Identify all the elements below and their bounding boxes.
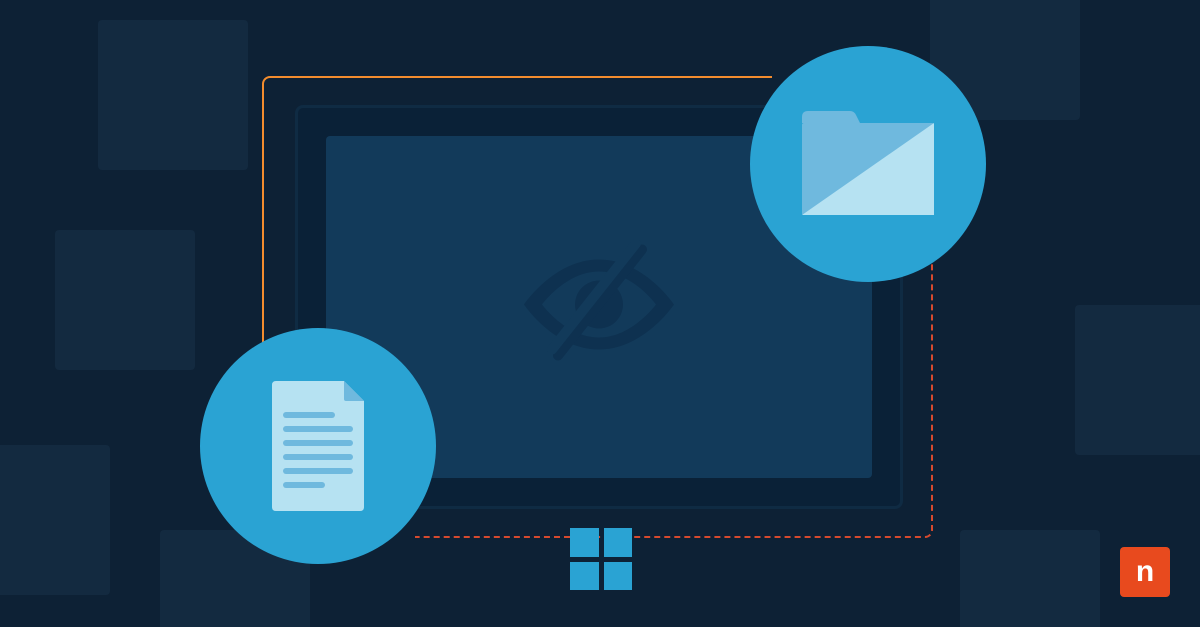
bg-tile <box>960 530 1100 627</box>
bg-tile <box>98 20 248 170</box>
bg-tile <box>55 230 195 370</box>
hidden-eye-icon <box>494 200 704 415</box>
folder-icon <box>798 109 938 219</box>
windows-tile <box>570 562 599 591</box>
folder-badge <box>750 46 986 282</box>
windows-tile <box>604 528 633 557</box>
bg-tile <box>0 445 110 595</box>
document-badge <box>200 328 436 564</box>
windows-tile <box>604 562 633 591</box>
brand-logo: n <box>1120 547 1170 597</box>
windows-icon <box>570 528 632 590</box>
bg-tile <box>1075 305 1200 455</box>
document-icon <box>266 379 370 513</box>
windows-tile <box>570 528 599 557</box>
brand-letter: n <box>1136 555 1154 589</box>
